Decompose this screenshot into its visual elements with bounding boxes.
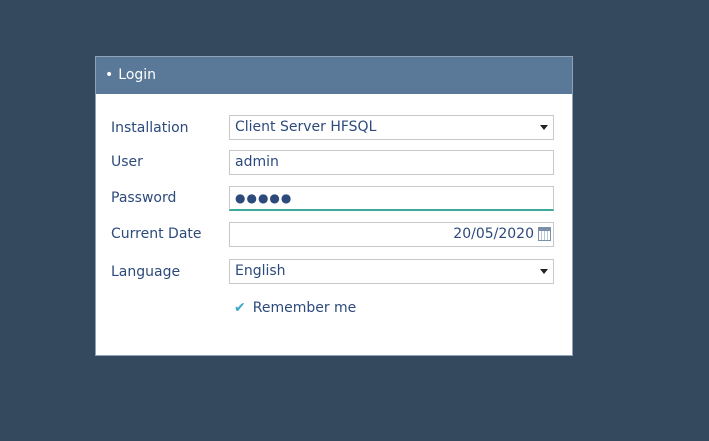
installation-value: Client Server HFSQL bbox=[235, 119, 377, 135]
current-date-label: Current Date bbox=[111, 226, 202, 242]
password-value: ●●●●● bbox=[235, 191, 293, 205]
calendar-icon[interactable] bbox=[538, 227, 551, 241]
dialog-header: • Login bbox=[96, 57, 572, 94]
user-label: User bbox=[111, 154, 143, 170]
language-select[interactable]: English bbox=[229, 259, 554, 284]
remember-me-checkbox[interactable]: ✔ Remember me bbox=[234, 300, 356, 316]
chevron-down-icon[interactable] bbox=[540, 125, 548, 130]
password-input[interactable]: ●●●●● bbox=[229, 186, 554, 211]
language-label: Language bbox=[111, 264, 181, 280]
language-value: English bbox=[235, 263, 286, 279]
checkmark-icon[interactable]: ✔ bbox=[234, 301, 246, 315]
dialog-title: Login bbox=[118, 67, 157, 83]
chevron-down-icon[interactable] bbox=[540, 269, 548, 274]
bullet-icon: • bbox=[105, 67, 114, 83]
password-label: Password bbox=[111, 190, 177, 206]
current-date-value: 20/05/2020 bbox=[453, 226, 534, 242]
current-date-input[interactable]: 20/05/2020 bbox=[229, 222, 554, 247]
user-input[interactable]: admin bbox=[229, 150, 554, 175]
installation-label: Installation bbox=[111, 120, 189, 136]
login-dialog: • Login Installation Client Server HFSQL … bbox=[95, 56, 573, 356]
user-value: admin bbox=[235, 154, 279, 170]
remember-me-label: Remember me bbox=[252, 300, 357, 316]
installation-select[interactable]: Client Server HFSQL bbox=[229, 115, 554, 140]
